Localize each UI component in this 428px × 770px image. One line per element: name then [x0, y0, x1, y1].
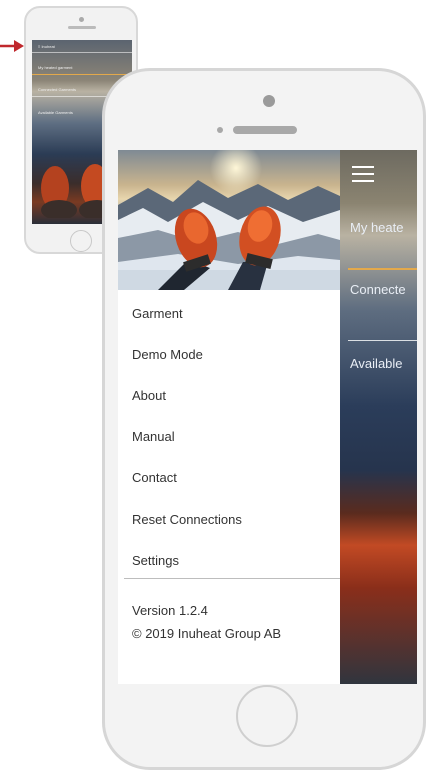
menu-item-contact[interactable]: Contact [132, 470, 177, 485]
earpiece-speaker [233, 126, 297, 134]
thumbnail-item: Available Garments [38, 110, 73, 115]
menu-divider [124, 578, 340, 579]
main-view-item[interactable]: My heate [350, 220, 403, 235]
main-view-item[interactable]: Connecte [350, 282, 406, 297]
thumbnail-home-button [70, 230, 92, 252]
thumbnail-camera [79, 17, 84, 22]
navigation-drawer: Garment Demo Mode About Manual Contact R… [118, 150, 340, 684]
thumbnail-item: My heated garment [38, 65, 73, 70]
pointer-arrow-icon [0, 40, 24, 52]
menu-item-demo-mode[interactable]: Demo Mode [132, 347, 203, 362]
main-view-divider [348, 340, 417, 341]
thumbnail-divider [32, 52, 132, 53]
menu-item-manual[interactable]: Manual [132, 429, 175, 444]
copyright-text: © 2019 Inuheat Group AB [132, 626, 282, 641]
thumbnail-speaker [68, 26, 96, 29]
home-button[interactable] [236, 685, 298, 747]
menu-item-about[interactable]: About [132, 388, 166, 403]
sensor-dot [217, 127, 223, 133]
front-camera [263, 95, 275, 107]
menu-item-reset-connections[interactable]: Reset Connections [132, 512, 242, 527]
menu-item-settings[interactable]: Settings [132, 553, 179, 568]
thumbnail-divider [32, 74, 132, 75]
thumbnail-header: ≡ Inuheat [38, 44, 55, 49]
main-view-divider [348, 268, 417, 270]
version-text: Version 1.2.4 [132, 603, 208, 618]
main-view-item[interactable]: Available [350, 356, 403, 371]
drawer-header-image [118, 150, 340, 290]
menu-item-garment[interactable]: Garment [132, 306, 183, 321]
hamburger-menu-icon[interactable] [352, 166, 374, 182]
main-view-background[interactable]: My heate Connecte Available [340, 150, 417, 684]
phone-screen: My heate Connecte Available Garment Demo… [118, 150, 417, 684]
thumbnail-item: Connected Garments [38, 87, 77, 92]
